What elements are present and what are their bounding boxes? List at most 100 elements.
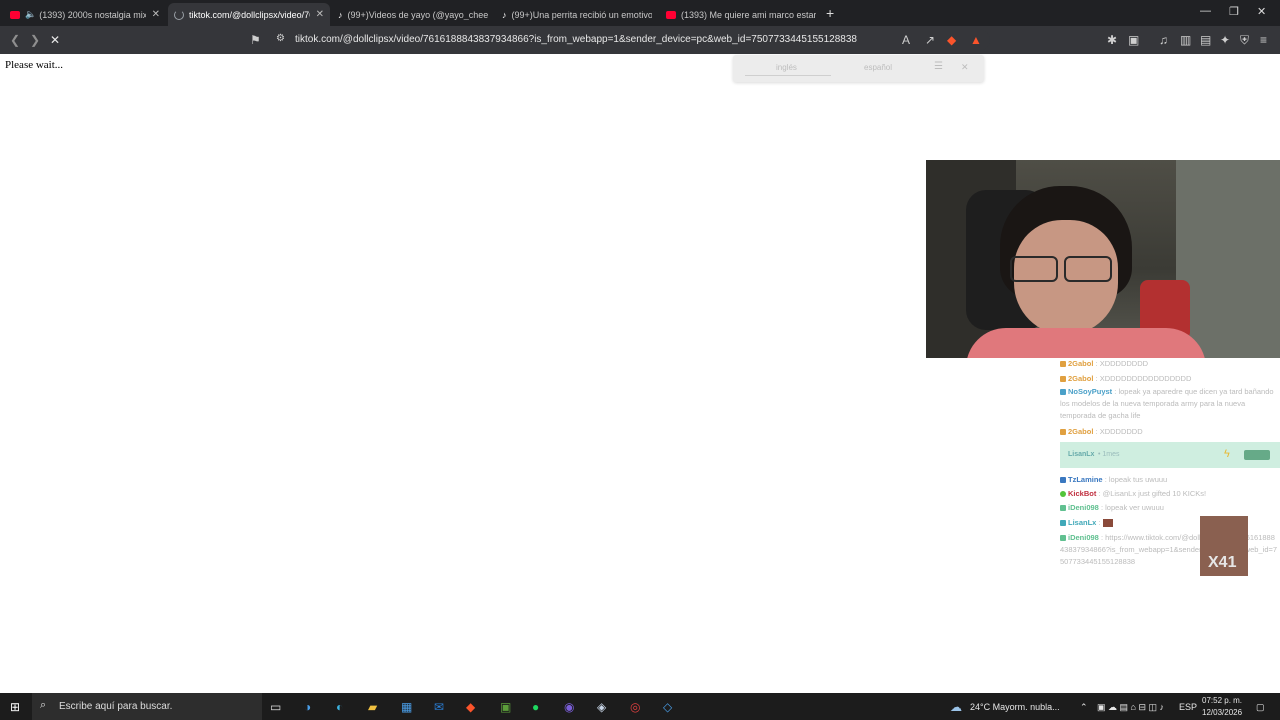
file-explorer-icon[interactable]: ▰ [368,700,377,714]
discord-icon[interactable]: ◉ [564,700,574,714]
restore-icon[interactable]: ❐ [1229,5,1239,18]
bot-badge-icon [1060,491,1066,498]
media-icon[interactable]: ♫ [1159,33,1168,47]
badge-icon [1060,361,1066,368]
badge-icon [1060,429,1066,436]
windows-start-icon[interactable]: ⊞ [10,700,20,714]
sub-text: • 1mes [1098,451,1120,458]
translate-popup: inglés español ☰ ✕ [733,55,984,82]
webcam-overlay [926,160,1280,358]
copilot-icon[interactable]: ◑ [304,700,311,714]
tab-tiktok-dollclipsx[interactable]: tiktok.com/@dollclipsx/video/76 ✕ [168,3,330,26]
chat-message: 2Gabol : XDDDDDDD [1060,427,1143,436]
close-icon[interactable]: ✕ [152,9,160,20]
speaker-icon: 🔈 [25,9,37,19]
forward-icon[interactable]: ❯ [30,33,40,47]
screenshot-icon[interactable]: ▣ [1128,33,1139,47]
clock-date[interactable]: 12/03/2026 [1202,708,1242,717]
obs-icon[interactable]: ◎ [630,700,640,714]
stop-loading-icon[interactable]: ✕ [50,33,60,47]
tab-tiktok-yayo[interactable]: ♪ (99+)Videos de yayo (@yayo_cheese [332,3,494,26]
shirt [966,328,1206,358]
weather-icon: ☁ [950,700,962,714]
brave-icon[interactable]: ◆ [466,700,475,714]
edge-icon[interactable]: ◐ [336,700,343,714]
tab-title: (1393) 2000s nostalgia mix - [39,9,146,20]
chat-message: iDeni098 : lopeak ver uwuuu [1060,503,1164,512]
minecraft-icon[interactable]: ▣ [500,700,511,714]
tab-youtube-nostalgia[interactable]: 🔈 (1393) 2000s nostalgia mix - ✕ [4,3,166,26]
tray-chevron-icon[interactable]: ⌃ [1080,702,1088,713]
translate-icon[interactable]: A [902,33,910,47]
tab-tiktok-perrita[interactable]: ♪ (99+)Una perrita recibió un emotivo [496,3,658,26]
loading-icon [174,9,184,20]
target-language-option[interactable]: español [864,63,892,72]
badge-icon [1060,535,1066,542]
sidebar-icon[interactable]: ▥ [1180,33,1191,47]
store-icon[interactable]: ▦ [401,700,412,714]
language-indicator[interactable]: ESP [1179,702,1197,712]
app-icon[interactable]: ◇ [663,700,672,714]
tab-title: (99+)Videos de yayo (@yayo_cheese [347,9,489,20]
outlook-icon[interactable]: ✉ [434,700,444,714]
tab-strip: 🔈 (1393) 2000s nostalgia mix - ✕ tiktok.… [0,0,1280,26]
selected-indicator [745,75,831,76]
window-close-icon[interactable]: ✕ [1257,5,1266,18]
new-tab-button[interactable]: + [826,5,834,21]
brave-rewards-icon[interactable]: ▲ [970,33,982,47]
emote-icon [1102,519,1113,528]
brave-shields-icon[interactable]: ◆ [947,33,956,47]
emote-combo: X41 [1200,516,1248,576]
emote-count: X41 [1208,554,1237,571]
clock-time[interactable]: 07:52 p. m. [1202,696,1242,705]
badge-icon [1060,477,1066,484]
sub-user: LisanLx [1068,451,1095,458]
chat-message: KickBot : @LisanLx just gifted 10 KICKs! [1060,489,1206,498]
minimize-icon[interactable]: — [1200,5,1211,17]
taskbar-search[interactable]: ⌕ Escribe aquí para buscar. [32,693,262,720]
source-language-option[interactable]: inglés [776,63,797,72]
lightning-icon: ϟ [1224,448,1230,460]
spotify-icon[interactable]: ● [532,700,539,714]
chat-message: LisanLx : [1060,518,1113,528]
wallet-icon[interactable]: ▤ [1200,33,1211,47]
toolbar: ❮ ❯ ✕ ⚑ ⚙ tiktok.com/@dollclipsx/video/7… [0,26,1280,54]
back-icon[interactable]: ❮ [10,33,20,47]
tab-youtube-marco[interactable]: (1393) Me quiere ami marco estar vs [660,3,822,26]
menu-icon[interactable]: ≡ [1260,33,1267,47]
glasses-right [1064,256,1112,282]
task-view-icon[interactable]: ▭ [270,700,281,714]
share-icon[interactable]: ↗ [925,33,935,47]
chat-message: TzLamine : lopeak tus uwuuu [1060,475,1167,484]
chat-message: 2Gabol : XDDDDDDDDDDDDDDDD [1060,374,1191,383]
weather-text[interactable]: 24°C Mayorm. nubla... [970,702,1060,712]
bookmark-icon[interactable]: ⚑ [250,33,261,47]
url-text[interactable]: tiktok.com/@dollclipsx/video/76161888438… [295,34,857,45]
search-icon: ⌕ [40,699,47,711]
tiktok-icon: ♪ [502,9,507,20]
notifications-icon[interactable]: ▢ [1256,702,1265,713]
subscription-banner: LisanLx • 1mes ϟ [1060,442,1280,468]
youtube-icon [10,10,20,19]
badge-icon [1060,376,1066,383]
extensions-icon[interactable]: ✱ [1107,33,1117,47]
badge-icon [1060,389,1066,396]
chat-message: 2Gabol : XDDDDDDDD [1060,359,1148,368]
vpn-icon[interactable]: ⛨ [1240,33,1249,48]
search-placeholder: Escribe aquí para buscar. [59,701,173,712]
close-icon[interactable]: ✕ [316,9,324,20]
tab-title: (1393) Me quiere ami marco estar vs [681,9,816,20]
steam-icon[interactable]: ◈ [597,700,606,714]
translate-menu-icon[interactable]: ☰ [934,61,943,72]
taskbar: ⊞ ⌕ Escribe aquí para buscar. ▭ ◑ ◐ ▰ ▦ … [0,693,1280,720]
leo-ai-icon[interactable]: ✦ [1220,33,1230,47]
tab-title: (99+)Una perrita recibió un emotivo [511,9,653,20]
glasses-left [1010,256,1058,282]
tray-icons[interactable]: ▣ ☁ ▤ ⌂ ⊟ ◫ ♪ [1097,702,1164,713]
youtube-icon [666,10,676,19]
badge-icon [1060,520,1066,527]
close-icon[interactable]: ✕ [961,62,969,73]
chat-message: NoSoyPuyst : lopeak ya aparedre que dice… [1060,387,1274,420]
site-settings-icon[interactable]: ⚙ [276,33,285,44]
gift-badge [1244,450,1270,460]
